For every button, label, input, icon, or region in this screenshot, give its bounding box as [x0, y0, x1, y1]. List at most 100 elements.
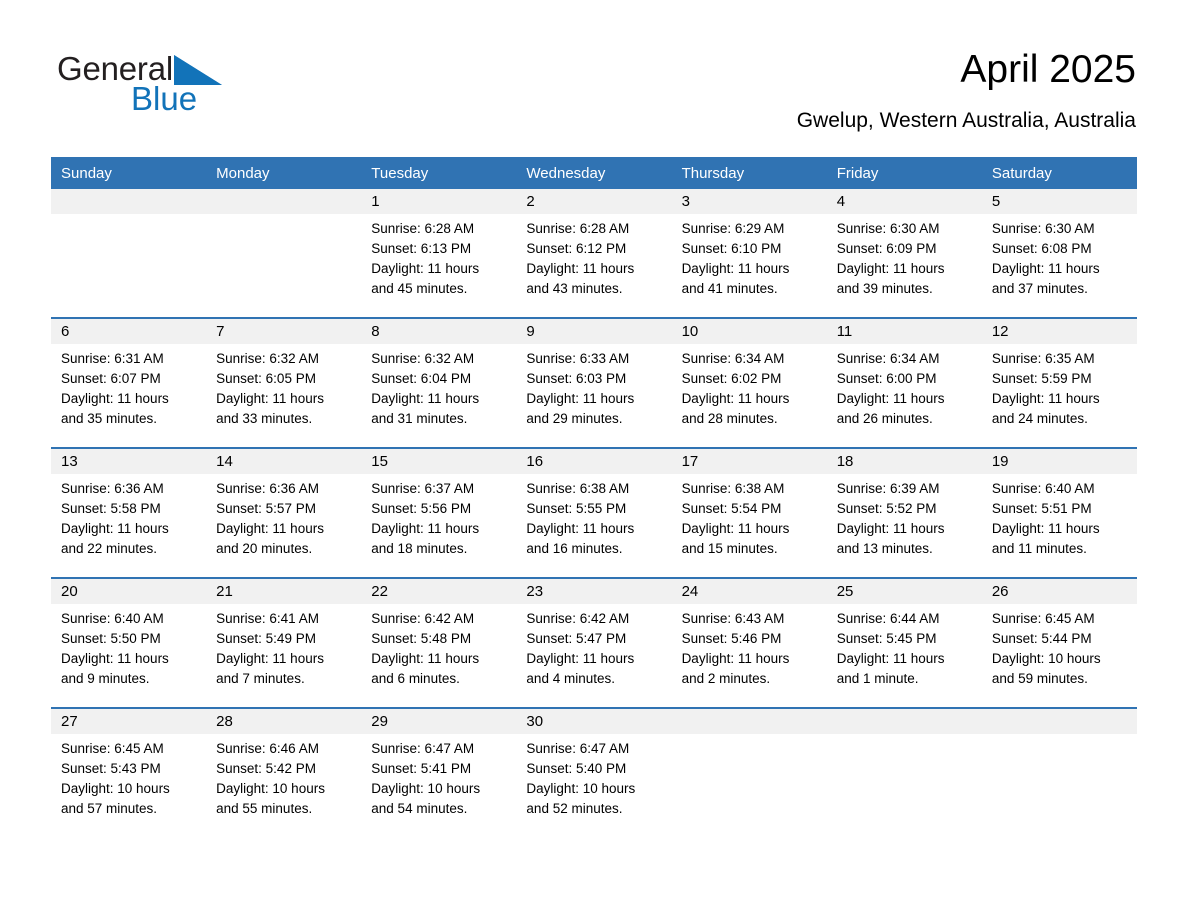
sunset-text: Sunset: 5:51 PM	[991, 501, 1092, 516]
day-cell[interactable]: 25 Sunrise: 6:44 AM Sunset: 5:45 PM Dayligh…	[826, 577, 982, 708]
sunset-text: Sunset: 5:57 PM	[216, 501, 316, 516]
daylight-text: Daylight: 11 hours and 1 minute.	[836, 651, 945, 686]
day-number: 27	[51, 709, 207, 734]
daylight-text: Daylight: 11 hours and 33 minutes.	[216, 391, 324, 426]
daylight-text: Daylight: 11 hours and 11 minutes.	[991, 521, 1100, 556]
day-number: 7	[206, 319, 362, 344]
day-cell[interactable]: 6 Sunrise: 6:31 AM Sunset: 6:07 PM Daylight…	[51, 317, 207, 448]
day-cell[interactable]: 17 Sunrise: 6:38 AM Sunset: 5:54 PM Dayligh…	[671, 447, 827, 578]
daylight-text: Daylight: 10 hours and 55 minutes.	[216, 781, 325, 816]
day-cell[interactable]	[671, 707, 827, 837]
day-cell[interactable]: 27 Sunrise: 6:45 AM Sunset: 5:43 PM Dayligh…	[51, 707, 207, 837]
day-cell[interactable]: 15 Sunrise: 6:37 AM Sunset: 5:56 PM Dayligh…	[361, 447, 517, 578]
day-cell[interactable]: 14 Sunrise: 6:36 AM Sunset: 5:57 PM Dayligh…	[206, 447, 362, 578]
day-number	[671, 709, 827, 734]
sunset-text: Sunset: 6:10 PM	[681, 241, 782, 256]
daylight-text: Daylight: 11 hours and 31 minutes.	[371, 391, 480, 426]
daylight-text: Daylight: 11 hours and 9 minutes.	[61, 651, 169, 686]
sunrise-text: Sunrise: 6:47 AM	[371, 741, 475, 756]
day-cell[interactable]: 21 Sunrise: 6:41 AM Sunset: 5:49 PM Dayligh…	[206, 577, 362, 708]
sunset-text: Sunset: 6:07 PM	[61, 371, 161, 386]
day-number: 8	[361, 319, 517, 344]
day-cell[interactable]: 10 Sunrise: 6:34 AM Sunset: 6:02 PM Dayligh…	[671, 317, 827, 448]
day-cell[interactable]: 30 Sunrise: 6:47 AM Sunset: 5:40 PM Dayligh…	[516, 707, 672, 837]
sunrise-text: Sunrise: 6:46 AM	[216, 741, 319, 756]
daylight-text: Daylight: 11 hours and 35 minutes.	[61, 391, 169, 426]
day-cell[interactable]: 5 Sunrise: 6:30 AM Sunset: 6:08 PM Daylight…	[981, 189, 1137, 318]
daylight-text: Daylight: 11 hours and 22 minutes.	[61, 521, 169, 556]
sunset-text: Sunset: 6:00 PM	[836, 371, 937, 386]
day-number: 2	[516, 189, 672, 214]
day-cell[interactable]: 12 Sunrise: 6:35 AM Sunset: 5:59 PM Dayligh…	[981, 317, 1137, 448]
sunset-text: Sunset: 6:13 PM	[371, 241, 472, 256]
day-number: 1	[361, 189, 517, 214]
day-number: 11	[826, 319, 982, 344]
daylight-text: Daylight: 10 hours and 52 minutes.	[526, 781, 636, 816]
location-subtitle: Gwelup, Western Australia, Australia	[796, 109, 1136, 132]
daylight-text: Daylight: 11 hours and 18 minutes.	[371, 521, 480, 556]
daylight-text: Daylight: 11 hours and 45 minutes.	[371, 261, 480, 296]
sunset-text: Sunset: 5:42 PM	[216, 761, 316, 776]
day-cell[interactable]: 16 Sunrise: 6:38 AM Sunset: 5:55 PM Dayligh…	[516, 447, 672, 578]
day-cell[interactable]: 13 Sunrise: 6:36 AM Sunset: 5:58 PM Dayligh…	[51, 447, 207, 578]
sunrise-text: Sunrise: 6:44 AM	[836, 611, 940, 626]
day-cell[interactable]	[206, 189, 362, 318]
daylight-text: Daylight: 10 hours and 54 minutes.	[371, 781, 481, 816]
sunrise-text: Sunrise: 6:42 AM	[371, 611, 475, 626]
sunset-text: Sunset: 6:08 PM	[991, 241, 1092, 256]
daylight-text: Daylight: 11 hours and 7 minutes.	[216, 651, 324, 686]
day-cell[interactable]	[51, 189, 207, 318]
day-number	[826, 709, 982, 734]
day-cell[interactable]: 29 Sunrise: 6:47 AM Sunset: 5:41 PM Dayligh…	[361, 707, 517, 837]
day-number: 21	[206, 579, 362, 604]
sunset-text: Sunset: 6:02 PM	[681, 371, 782, 386]
sunrise-text: Sunrise: 6:28 AM	[371, 221, 475, 236]
sunrise-text: Sunrise: 6:32 AM	[371, 351, 475, 366]
sunrise-text: Sunrise: 6:34 AM	[681, 351, 785, 366]
day-cell[interactable]: 4 Sunrise: 6:30 AM Sunset: 6:09 PM Daylight…	[826, 189, 982, 318]
day-number: 25	[826, 579, 982, 604]
day-cell[interactable]: 18 Sunrise: 6:39 AM Sunset: 5:52 PM Dayligh…	[826, 447, 982, 578]
sunrise-text: Sunrise: 6:45 AM	[61, 741, 164, 756]
day-cell[interactable]: 24 Sunrise: 6:43 AM Sunset: 5:46 PM Dayligh…	[671, 577, 827, 708]
day-cell[interactable]: 8 Sunrise: 6:32 AM Sunset: 6:04 PM Daylight…	[361, 317, 517, 448]
sunset-text: Sunset: 5:47 PM	[526, 631, 627, 646]
day-cell[interactable]: 28 Sunrise: 6:46 AM Sunset: 5:42 PM Dayligh…	[206, 707, 362, 837]
calendar-page: General Blue April 2025 Gwelup, Western …	[0, 0, 1188, 918]
day-cell[interactable]: 19 Sunrise: 6:40 AM Sunset: 5:51 PM Dayligh…	[981, 447, 1137, 578]
day-cell[interactable]: 2 Sunrise: 6:28 AM Sunset: 6:12 PM Daylight…	[516, 189, 672, 318]
day-cell[interactable]: 26 Sunrise: 6:45 AM Sunset: 5:44 PM Dayligh…	[981, 577, 1137, 708]
day-cell[interactable]: 7 Sunrise: 6:32 AM Sunset: 6:05 PM Daylight…	[206, 317, 362, 448]
day-cell[interactable]: 9 Sunrise: 6:33 AM Sunset: 6:03 PM Daylight…	[516, 317, 672, 448]
sunset-text: Sunset: 5:44 PM	[991, 631, 1092, 646]
day-cell[interactable]	[981, 707, 1137, 837]
sunrise-text: Sunrise: 6:40 AM	[61, 611, 164, 626]
calendar-table: Sunday Monday Tuesday Wednesday Thursday…	[51, 157, 1137, 837]
day-number: 12	[981, 319, 1137, 344]
sunrise-text: Sunrise: 6:30 AM	[991, 221, 1095, 236]
day-cell[interactable]	[826, 707, 982, 837]
day-cell[interactable]: 11 Sunrise: 6:34 AM Sunset: 6:00 PM Dayligh…	[826, 317, 982, 448]
day-cell[interactable]: 3 Sunrise: 6:29 AM Sunset: 6:10 PM Daylight…	[671, 189, 827, 318]
day-cell[interactable]: 20 Sunrise: 6:40 AM Sunset: 5:50 PM Dayligh…	[51, 577, 207, 708]
sunset-text: Sunset: 6:04 PM	[371, 371, 472, 386]
day-cell[interactable]: 23 Sunrise: 6:42 AM Sunset: 5:47 PM Dayligh…	[516, 577, 672, 708]
day-number	[51, 189, 207, 214]
sunset-text: Sunset: 5:52 PM	[836, 501, 937, 516]
sunrise-text: Sunrise: 6:33 AM	[526, 351, 630, 366]
day-number: 18	[826, 449, 982, 474]
sunset-text: Sunset: 5:50 PM	[61, 631, 161, 646]
weekday-header-monday: Monday	[206, 157, 362, 189]
daylight-text: Daylight: 11 hours and 2 minutes.	[681, 651, 790, 686]
day-cell[interactable]: 1 Sunrise: 6:28 AM Sunset: 6:13 PM Daylight…	[361, 189, 517, 318]
calendar-week-row: 6 Sunrise: 6:31 AM Sunset: 6:07 PM Daylight…	[51, 317, 1137, 448]
generalblue-logo[interactable]: General Blue	[57, 52, 377, 127]
daylight-text: Daylight: 11 hours and 24 minutes.	[991, 391, 1100, 426]
page-title: April 2025	[960, 48, 1136, 91]
day-number: 22	[361, 579, 517, 604]
day-cell[interactable]: 22 Sunrise: 6:42 AM Sunset: 5:48 PM Dayligh…	[361, 577, 517, 708]
day-number: 15	[361, 449, 517, 474]
sunset-text: Sunset: 6:12 PM	[526, 241, 627, 256]
daylight-text: Daylight: 11 hours and 20 minutes.	[216, 521, 324, 556]
sunrise-text: Sunrise: 6:34 AM	[836, 351, 940, 366]
